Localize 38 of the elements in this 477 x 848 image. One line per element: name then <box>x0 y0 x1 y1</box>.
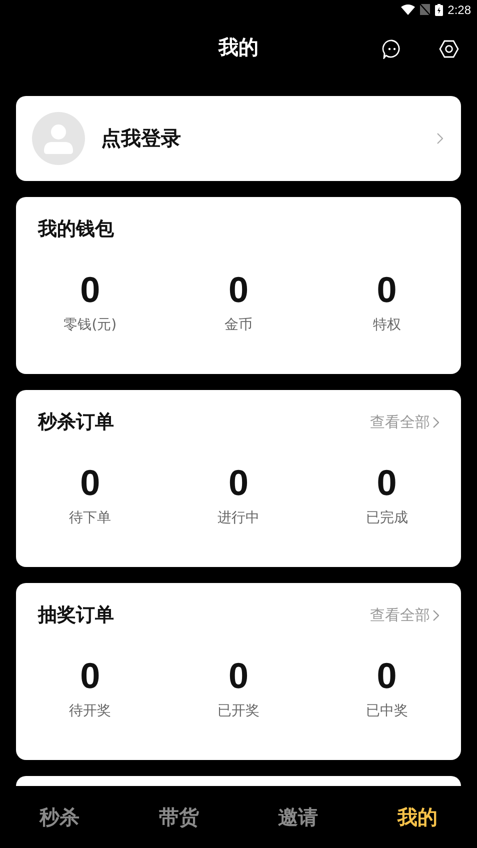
stat-value: 0 <box>228 270 248 310</box>
section-title: 我的钱包 <box>38 217 114 242</box>
stat-label[interactable]: 待开奖 <box>69 702 112 720</box>
chevron-right-icon <box>437 133 443 144</box>
settings-icon[interactable] <box>439 38 459 59</box>
stat-value: 0 <box>376 656 397 696</box>
nav-tab[interactable]: 带货 <box>158 800 199 834</box>
stat-label[interactable]: 待下单 <box>69 509 112 527</box>
stat-value: 0 <box>80 656 100 696</box>
stat-label[interactable]: 已完成 <box>366 509 408 527</box>
stat-value: 0 <box>228 656 248 696</box>
status-time: 2:28 <box>448 2 471 17</box>
chevron-right-icon <box>433 610 439 620</box>
stat-label[interactable]: 已开奖 <box>217 702 260 720</box>
login-label: 点我登录 <box>101 125 182 152</box>
stat-label[interactable]: 特权 <box>372 316 401 334</box>
avatar-icon <box>32 112 85 165</box>
nav-tab[interactable]: 邀请 <box>278 800 318 834</box>
no-signal-icon <box>420 4 430 16</box>
section-title: 抽奖订单 <box>38 603 114 628</box>
stat-value: 0 <box>80 463 100 503</box>
nav-tab[interactable]: 我的 <box>397 800 438 834</box>
page-title: 我的 <box>218 34 258 62</box>
stat-label[interactable]: 进行中 <box>217 509 260 527</box>
stat-label[interactable]: 零钱(元) <box>64 316 117 334</box>
chat-icon[interactable] <box>382 38 402 59</box>
section-title: 秒杀订单 <box>38 410 114 435</box>
stat-value: 0 <box>80 270 100 310</box>
nav-tab[interactable]: 秒杀 <box>40 800 80 834</box>
login-card[interactable]: 点我登录 <box>16 96 461 181</box>
stat-label[interactable]: 已中奖 <box>366 702 408 720</box>
chevron-right-icon <box>433 416 439 428</box>
wifi-icon <box>400 4 415 16</box>
stat-value: 0 <box>376 463 397 503</box>
stat-value: 0 <box>228 463 248 503</box>
battery-icon <box>434 4 443 16</box>
stat-label[interactable]: 金币 <box>224 316 252 334</box>
stat-value: 0 <box>376 270 397 310</box>
